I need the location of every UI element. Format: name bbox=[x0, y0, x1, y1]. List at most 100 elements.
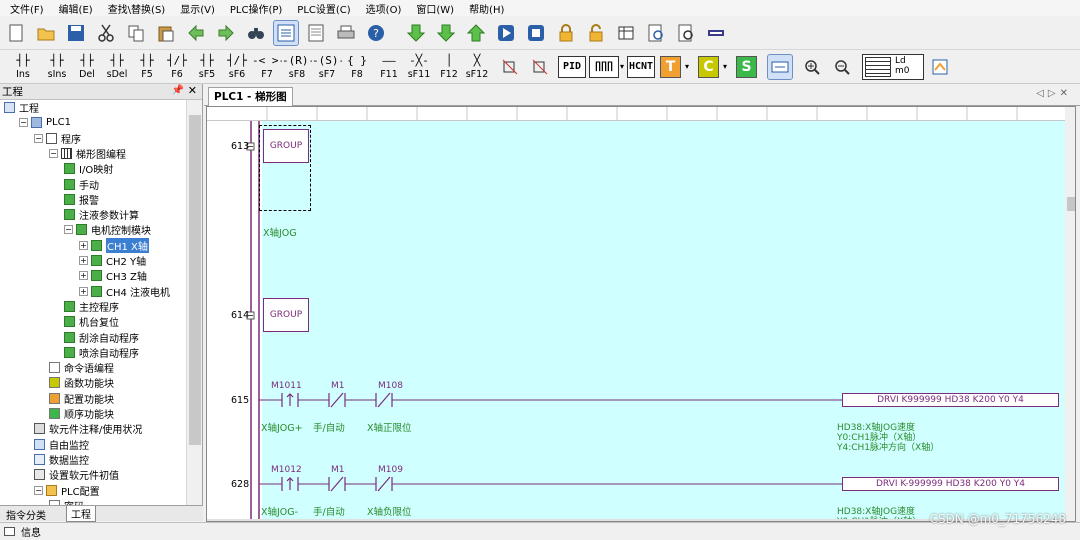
tree-item[interactable]: 设置软元件初值 bbox=[34, 467, 119, 482]
close-icon[interactable]: ✕ bbox=[188, 84, 197, 97]
delete-block-button[interactable] bbox=[528, 55, 552, 79]
group-block[interactable]: GROUP bbox=[263, 129, 309, 163]
zoom-page-button[interactable] bbox=[644, 21, 668, 45]
ladder-key-1[interactable]: ┤├ sIns bbox=[42, 52, 72, 82]
tree-item[interactable]: 配置功能块 bbox=[49, 391, 114, 406]
ladder-key-0[interactable]: ┤├ Ins bbox=[8, 52, 38, 82]
ladder-key-3[interactable]: ┤├ sDel bbox=[102, 52, 132, 82]
tab-plc1-ladder[interactable]: PLC1 - 梯形图 bbox=[208, 87, 293, 106]
ladder-key-4[interactable]: ┤├ F5 bbox=[132, 52, 162, 82]
connect-button[interactable] bbox=[498, 55, 522, 79]
ladder-key-10[interactable]: -(S)- sF7 bbox=[312, 52, 342, 82]
tree-item[interactable]: I/O映射 bbox=[64, 161, 113, 176]
tree-item[interactable]: 喷涂自动程序 bbox=[64, 345, 139, 360]
menu-item-2[interactable]: 查找\替换(S) bbox=[108, 1, 166, 16]
monitor-button[interactable] bbox=[614, 21, 638, 45]
collapse-icon[interactable]: − bbox=[34, 133, 43, 143]
dropdown-arrow-icon[interactable]: ▾ bbox=[685, 62, 689, 71]
tree-item[interactable]: 工程 bbox=[4, 100, 39, 115]
ladder-key-7[interactable]: ┤/├ sF6 bbox=[222, 52, 252, 82]
tree-item[interactable]: + CH2 Y轴 bbox=[79, 253, 146, 268]
collapse-icon[interactable]: − bbox=[64, 225, 73, 235]
scrollbar-thumb[interactable] bbox=[189, 115, 201, 445]
zoom-out-button[interactable] bbox=[830, 55, 854, 79]
instr-button-2[interactable]: HCNT bbox=[627, 56, 655, 78]
help-button[interactable]: ? bbox=[364, 21, 388, 45]
color-button-s[interactable]: S bbox=[736, 56, 757, 78]
tree-item[interactable]: − 电机控制模块 bbox=[64, 222, 151, 237]
print-button[interactable] bbox=[334, 21, 358, 45]
menu-item-0[interactable]: 文件(F) bbox=[10, 1, 44, 16]
dropdown-arrow-icon[interactable]: ▾ bbox=[723, 62, 727, 71]
collapse-icon[interactable]: − bbox=[34, 485, 43, 495]
ladder-key-11[interactable]: { } F8 bbox=[342, 52, 372, 82]
tree-item[interactable]: + CH1 X轴 bbox=[79, 237, 149, 253]
color-button-t[interactable]: T bbox=[660, 56, 681, 78]
menu-item-6[interactable]: 选项(O) bbox=[366, 1, 402, 16]
info-tab[interactable]: 信息 bbox=[21, 524, 41, 539]
tree-item[interactable]: − PLC1 bbox=[19, 115, 71, 130]
ladder-key-2[interactable]: ┤├ Del bbox=[72, 52, 102, 82]
collapse-icon[interactable]: − bbox=[49, 148, 58, 158]
ladder-key-14[interactable]: │ F12 bbox=[434, 52, 464, 82]
ladder-key-13[interactable]: -╳- sF11 bbox=[404, 52, 434, 82]
upload-green-button[interactable] bbox=[464, 21, 488, 45]
tree-item[interactable]: 密码 bbox=[49, 498, 84, 505]
run-button[interactable] bbox=[494, 21, 518, 45]
ladder-view-button[interactable] bbox=[273, 20, 299, 46]
find-button[interactable] bbox=[244, 21, 268, 45]
module-button[interactable] bbox=[704, 21, 728, 45]
group-block[interactable]: GROUP bbox=[263, 298, 309, 332]
tree-item[interactable]: 报警 bbox=[64, 192, 99, 207]
ladder-key-9[interactable]: -(R)- sF8 bbox=[282, 52, 312, 82]
collapse-icon[interactable]: − bbox=[19, 118, 28, 128]
editor-scrollbar[interactable] bbox=[1065, 107, 1075, 521]
tree-item[interactable]: 软元件注释/使用状况 bbox=[34, 421, 142, 436]
expand-icon[interactable]: + bbox=[79, 256, 88, 265]
tree-item[interactable]: − 程序 bbox=[34, 131, 81, 146]
tree-item[interactable]: + CH3 Z轴 bbox=[79, 268, 147, 283]
color-button-c[interactable]: C bbox=[698, 56, 719, 78]
stop-button[interactable] bbox=[524, 21, 548, 45]
arrange-button[interactable] bbox=[767, 54, 793, 80]
tab-project[interactable]: 工程 bbox=[66, 506, 96, 522]
download-button[interactable] bbox=[404, 21, 428, 45]
tree-item[interactable]: 机台复位 bbox=[64, 314, 119, 329]
ladder-key-15[interactable]: ╳ sF12 bbox=[462, 52, 492, 82]
expand-icon[interactable]: + bbox=[79, 271, 88, 281]
tree-item[interactable]: 函数功能块 bbox=[49, 375, 114, 390]
convert-button[interactable] bbox=[928, 55, 952, 79]
unlock-button[interactable] bbox=[584, 21, 608, 45]
open-folder-button[interactable] bbox=[34, 21, 58, 45]
save-button[interactable] bbox=[64, 21, 88, 45]
tree-item[interactable]: 自由监控 bbox=[34, 437, 89, 452]
tree-item[interactable]: 手动 bbox=[64, 177, 99, 192]
list-view-button[interactable] bbox=[304, 21, 328, 45]
scrollbar-thumb[interactable] bbox=[1067, 197, 1075, 211]
ladder-key-6[interactable]: ┤├ sF5 bbox=[192, 52, 222, 82]
cut-button[interactable] bbox=[94, 21, 118, 45]
ladder-key-12[interactable]: —— F11 bbox=[374, 52, 404, 82]
new-file-button[interactable] bbox=[4, 21, 28, 45]
paste-button[interactable] bbox=[154, 21, 178, 45]
tree-item[interactable]: − 梯形图编程 bbox=[49, 146, 126, 161]
menu-item-1[interactable]: 编辑(E) bbox=[59, 1, 93, 16]
forward-button[interactable] bbox=[214, 21, 238, 45]
menu-item-5[interactable]: PLC设置(C) bbox=[297, 1, 350, 16]
expand-icon[interactable]: + bbox=[79, 240, 88, 250]
tree-item[interactable]: 命令语编程 bbox=[49, 360, 114, 375]
instruction-box[interactable]: DRVI K-999999 HD38 K200 Y0 Y4 bbox=[842, 477, 1059, 491]
tree-item[interactable]: 刮涂自动程序 bbox=[64, 330, 139, 345]
tab-instruction-category[interactable]: 指令分类 bbox=[2, 506, 50, 522]
menu-item-7[interactable]: 窗口(W) bbox=[416, 1, 454, 16]
tree-item[interactable]: 主控程序 bbox=[64, 299, 119, 314]
back-button[interactable] bbox=[184, 21, 208, 45]
tree-item[interactable]: + CH4 注液电机 bbox=[79, 284, 170, 299]
tab-nav-controls[interactable]: ◁▷✕ bbox=[1036, 88, 1072, 99]
dropdown-arrow-icon[interactable]: ▾ bbox=[620, 62, 624, 71]
menu-item-3[interactable]: 显示(V) bbox=[180, 1, 215, 16]
ladder-key-5[interactable]: ┤/├ F6 bbox=[162, 52, 192, 82]
menu-item-8[interactable]: 帮助(H) bbox=[469, 1, 504, 16]
tree-item[interactable]: 数据监控 bbox=[34, 452, 89, 467]
ladder-monitor-button[interactable]: Ld m0 bbox=[862, 54, 924, 80]
